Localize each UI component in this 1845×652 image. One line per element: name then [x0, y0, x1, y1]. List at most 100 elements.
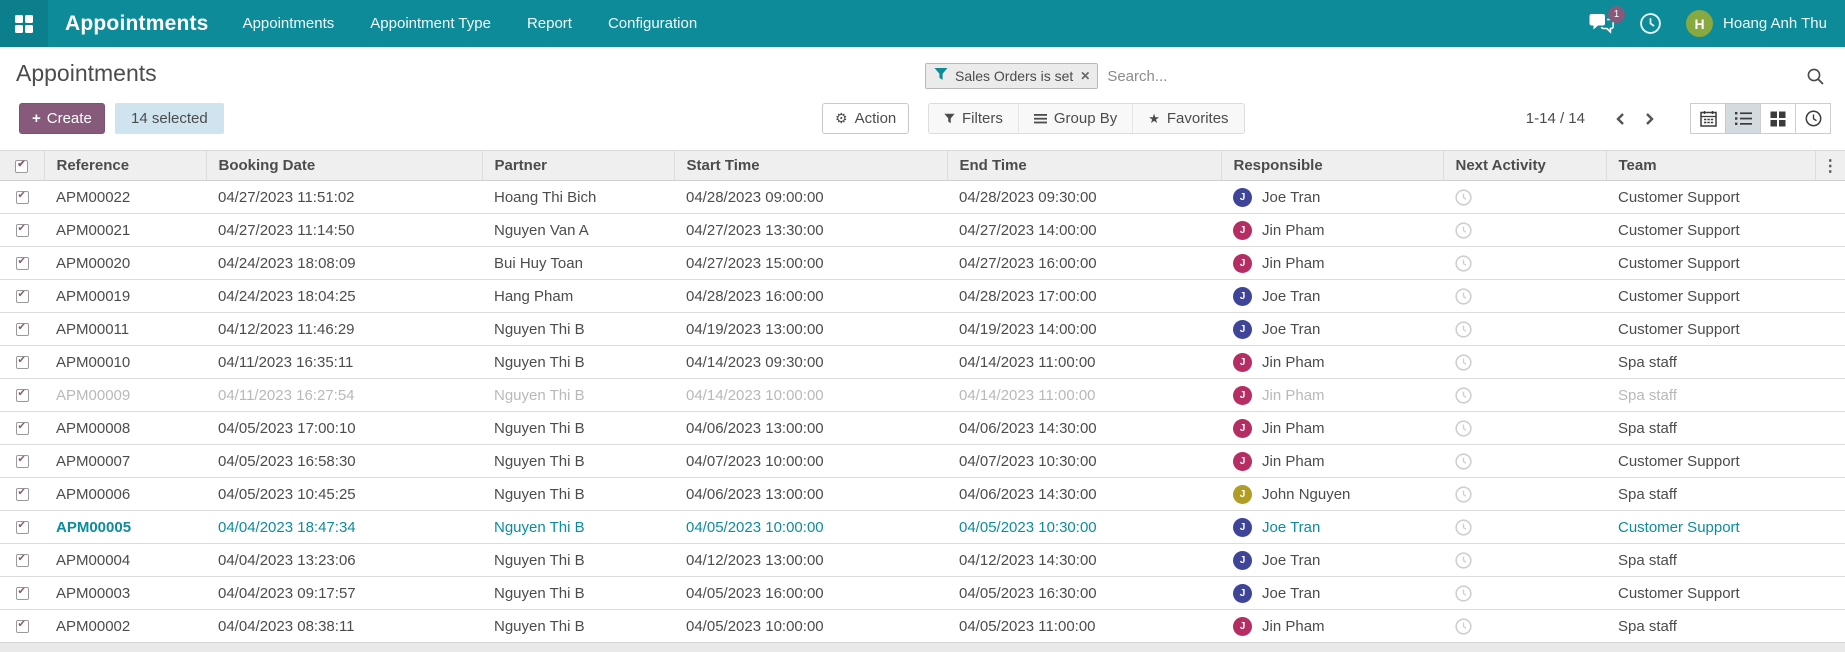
- column-header-next-activity[interactable]: Next Activity: [1442, 150, 1606, 181]
- chevron-left-icon: [1616, 112, 1624, 125]
- row-checkbox[interactable]: [15, 586, 29, 601]
- remove-facet-icon[interactable]: ✕: [1080, 70, 1090, 82]
- table-row[interactable]: APM0000204/04/2023 08:38:11Nguyen Thi B0…: [0, 609, 1845, 643]
- row-checkbox[interactable]: [15, 256, 29, 271]
- reference-cell: APM00006: [44, 477, 206, 511]
- select-all-checkbox[interactable]: [15, 159, 29, 173]
- activity-view-button[interactable]: [1795, 103, 1831, 134]
- table-row[interactable]: APM0002004/24/2023 18:08:09Bui Huy Toan0…: [0, 246, 1845, 280]
- pager-previous-button[interactable]: [1605, 112, 1635, 126]
- menu-appointments[interactable]: Appointments: [243, 15, 335, 32]
- table-row[interactable]: APM0000804/05/2023 17:00:10Nguyen Thi B0…: [0, 411, 1845, 445]
- next-activity-cell[interactable]: [1443, 543, 1606, 577]
- menu-appointment-type[interactable]: Appointment Type: [370, 15, 491, 32]
- table-row[interactable]: APM0000904/11/2023 16:27:54Nguyen Thi B0…: [0, 378, 1845, 412]
- activity-clock-icon: [1455, 453, 1472, 470]
- next-activity-cell[interactable]: [1443, 609, 1606, 643]
- end-time-cell: 04/06/2023 14:30:00: [947, 411, 1221, 445]
- booking-date-cell: 04/04/2023 18:47:34: [206, 510, 482, 544]
- next-activity-cell[interactable]: [1443, 576, 1606, 610]
- activity-clock-icon: [1455, 486, 1472, 503]
- row-checkbox[interactable]: [15, 322, 29, 337]
- pager-next-button[interactable]: [1635, 112, 1665, 126]
- next-activity-cell[interactable]: [1443, 510, 1606, 544]
- next-activity-cell[interactable]: [1443, 312, 1606, 346]
- kanban-view-button[interactable]: [1760, 103, 1796, 134]
- menu-report[interactable]: Report: [527, 15, 572, 32]
- next-activity-cell[interactable]: [1443, 246, 1606, 280]
- table-row[interactable]: APM0001104/12/2023 11:46:29Nguyen Thi B0…: [0, 312, 1845, 346]
- action-button[interactable]: ⚙ Action: [822, 103, 910, 134]
- row-checkbox[interactable]: [15, 454, 29, 469]
- table-row[interactable]: APM0000404/04/2023 13:23:06Nguyen Thi B0…: [0, 543, 1845, 577]
- responsible-cell: J Jin Pham: [1221, 609, 1443, 643]
- create-button[interactable]: + Create: [19, 103, 105, 134]
- calendar-view-button[interactable]: [1690, 103, 1726, 134]
- activities-button[interactable]: [1639, 12, 1662, 35]
- row-select-cell: [0, 312, 44, 346]
- filters-button[interactable]: Filters: [929, 104, 1019, 133]
- table-row[interactable]: APM0000304/04/2023 09:17:57Nguyen Thi B0…: [0, 576, 1845, 610]
- reference-cell: APM00002: [44, 609, 206, 643]
- column-header-end-time[interactable]: End Time: [946, 150, 1221, 181]
- row-checkbox[interactable]: [15, 355, 29, 370]
- next-activity-cell[interactable]: [1443, 477, 1606, 511]
- column-header-booking-date[interactable]: Booking Date: [205, 150, 482, 181]
- responsible-avatar: J: [1233, 254, 1252, 273]
- menu-configuration[interactable]: Configuration: [608, 15, 697, 32]
- search-icon[interactable]: [1806, 67, 1825, 86]
- user-menu[interactable]: H Hoang Anh Thu: [1686, 10, 1827, 37]
- page-title: Appointments: [16, 60, 157, 86]
- column-header-reference[interactable]: Reference: [43, 150, 206, 181]
- row-checkbox[interactable]: [15, 421, 29, 436]
- clock-icon: [1805, 110, 1821, 127]
- topbar-menu: Appointments Appointment Type Report Con…: [243, 15, 698, 32]
- table-row[interactable]: APM0000504/04/2023 18:47:34Nguyen Thi B0…: [0, 510, 1845, 544]
- chat-bubbles-icon: [1589, 13, 1615, 39]
- table-row[interactable]: APM0000604/05/2023 10:45:25Nguyen Thi B0…: [0, 477, 1845, 511]
- column-header-responsible[interactable]: Responsible: [1220, 150, 1443, 181]
- row-checkbox[interactable]: [15, 223, 29, 238]
- start-time-cell: 04/27/2023 15:00:00: [674, 246, 947, 280]
- apps-menu-button[interactable]: [0, 0, 48, 47]
- table-row[interactable]: APM0002104/27/2023 11:14:50Nguyen Van A0…: [0, 213, 1845, 247]
- next-activity-cell[interactable]: [1443, 378, 1606, 412]
- search-input[interactable]: [1098, 67, 1806, 85]
- row-checkbox[interactable]: [15, 190, 29, 205]
- row-checkbox[interactable]: [15, 289, 29, 304]
- table-row[interactable]: APM0001004/11/2023 16:35:11Nguyen Thi B0…: [0, 345, 1845, 379]
- table-row[interactable]: APM0001904/24/2023 18:04:25Hang Pham04/2…: [0, 279, 1845, 313]
- column-header-team[interactable]: Team: [1605, 150, 1815, 181]
- row-checkbox[interactable]: [15, 553, 29, 568]
- next-activity-cell[interactable]: [1443, 444, 1606, 478]
- next-activity-cell[interactable]: [1443, 411, 1606, 445]
- messages-button[interactable]: 1: [1589, 5, 1626, 35]
- next-activity-cell[interactable]: [1443, 279, 1606, 313]
- row-end-spacer: [1815, 477, 1845, 511]
- booking-date-cell: 04/05/2023 16:58:30: [206, 444, 482, 478]
- row-end-spacer: [1815, 609, 1845, 643]
- row-end-spacer: [1815, 213, 1845, 247]
- row-checkbox[interactable]: [15, 388, 29, 403]
- list-view-button[interactable]: [1725, 103, 1761, 134]
- row-checkbox[interactable]: [15, 487, 29, 502]
- group-by-icon: [1033, 114, 1047, 124]
- next-activity-cell[interactable]: [1443, 213, 1606, 247]
- column-header-partner[interactable]: Partner: [481, 150, 674, 181]
- apps-grid-icon: [15, 14, 33, 33]
- table-row[interactable]: APM0000704/05/2023 16:58:30Nguyen Thi B0…: [0, 444, 1845, 478]
- appointments-list: Reference Booking Date Partner Start Tim…: [0, 150, 1845, 643]
- reference-cell: APM00010: [44, 345, 206, 379]
- favorites-button[interactable]: ★ Favorites: [1133, 104, 1243, 133]
- optional-columns-icon[interactable]: ⋮: [1814, 150, 1845, 181]
- row-checkbox[interactable]: [15, 520, 29, 535]
- next-activity-cell[interactable]: [1443, 180, 1606, 214]
- column-header-start-time[interactable]: Start Time: [673, 150, 947, 181]
- app-brand-title[interactable]: Appointments: [65, 12, 209, 36]
- table-row[interactable]: APM0002204/27/2023 11:51:02Hoang Thi Bic…: [0, 180, 1845, 214]
- row-checkbox[interactable]: [15, 619, 29, 634]
- team-cell: Spa staff: [1606, 543, 1815, 577]
- next-activity-cell[interactable]: [1443, 345, 1606, 379]
- responsible-cell: J Joe Tran: [1221, 543, 1443, 577]
- group-by-button[interactable]: Group By: [1019, 104, 1134, 133]
